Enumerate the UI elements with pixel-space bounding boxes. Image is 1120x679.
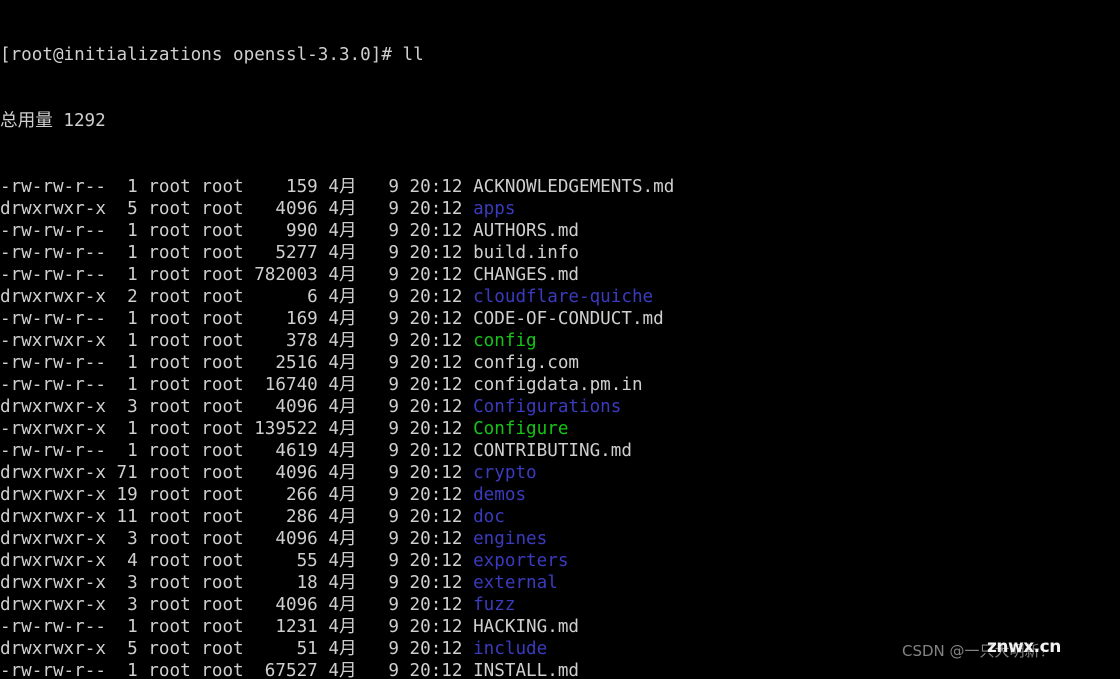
table-row[interactable]: drwxrwxr-x 71 root root 4096 4月 9 20:12 … <box>0 462 1120 484</box>
file-row-metadata: -rw-rw-r-- 1 root root 1231 4月 9 20:12 <box>0 617 474 637</box>
file-row-metadata: -rw-rw-r-- 1 root root 5277 4月 9 20:12 <box>0 243 474 263</box>
table-row[interactable]: drwxrwxr-x 2 root root 6 4月 9 20:12 clou… <box>0 286 1120 308</box>
table-row[interactable]: -rw-rw-r-- 1 root root 4619 4月 9 20:12 C… <box>0 440 1120 462</box>
total-size-line: 总用量 1292 <box>0 111 106 131</box>
table-row[interactable]: drwxrwxr-x 3 root root 4096 4月 9 20:12 f… <box>0 594 1120 616</box>
table-row[interactable]: -rw-rw-r-- 1 root root 67527 4月 9 20:12 … <box>0 660 1120 679</box>
table-row[interactable]: drwxrwxr-x 5 root root 4096 4月 9 20:12 a… <box>0 198 1120 220</box>
directory-name[interactable]: demos <box>473 485 526 505</box>
file-name[interactable]: CODE-OF-CONDUCT.md <box>473 309 664 329</box>
table-row[interactable]: drwxrwxr-x 3 root root 4096 4月 9 20:12 C… <box>0 396 1120 418</box>
file-row-metadata: -rw-rw-r-- 1 root root 169 4月 9 20:12 <box>0 309 474 329</box>
table-row[interactable]: -rwxrwxr-x 1 root root 378 4月 9 20:12 co… <box>0 330 1120 352</box>
file-row-metadata: drwxrwxr-x 5 root root 51 4月 9 20:12 <box>0 639 474 659</box>
directory-name[interactable]: apps <box>473 199 515 219</box>
table-row[interactable]: -rw-rw-r-- 1 root root 159 4月 9 20:12 AC… <box>0 176 1120 198</box>
table-row[interactable]: drwxrwxr-x 11 root root 286 4月 9 20:12 d… <box>0 506 1120 528</box>
table-row[interactable]: drwxrwxr-x 19 root root 266 4月 9 20:12 d… <box>0 484 1120 506</box>
executable-name[interactable]: Configure <box>473 419 568 439</box>
file-name[interactable]: HACKING.md <box>473 617 579 637</box>
file-name[interactable]: build.info <box>473 243 579 263</box>
table-row[interactable]: -rw-rw-r-- 1 root root 16740 4月 9 20:12 … <box>0 374 1120 396</box>
directory-name[interactable]: cloudflare-quiche <box>473 287 653 307</box>
file-row-metadata: drwxrwxr-x 11 root root 286 4月 9 20:12 <box>0 507 474 527</box>
file-row-metadata: drwxrwxr-x 3 root root 4096 4月 9 20:12 <box>0 397 474 417</box>
executable-name[interactable]: config <box>473 331 537 351</box>
file-row-metadata: drwxrwxr-x 3 root root 4096 4月 9 20:12 <box>0 529 474 549</box>
file-listing: -rw-rw-r-- 1 root root 159 4月 9 20:12 AC… <box>0 176 1120 679</box>
file-name[interactable]: CONTRIBUTING.md <box>473 441 632 461</box>
file-name[interactable]: AUTHORS.md <box>473 221 579 241</box>
table-row[interactable]: -rw-rw-r-- 1 root root 5277 4月 9 20:12 b… <box>0 242 1120 264</box>
file-name[interactable]: config.com <box>473 353 579 373</box>
file-row-metadata: drwxrwxr-x 3 root root 18 4月 9 20:12 <box>0 573 474 593</box>
shell-prompt-line: [root@initializations openssl-3.3.0]# ll <box>0 45 424 65</box>
file-name[interactable]: ACKNOWLEDGEMENTS.md <box>473 177 674 197</box>
directory-name[interactable]: fuzz <box>473 595 515 615</box>
terminal-window[interactable]: [root@initializations openssl-3.3.0]# ll… <box>0 0 1120 679</box>
table-row[interactable]: -rw-rw-r-- 1 root root 990 4月 9 20:12 AU… <box>0 220 1120 242</box>
directory-name[interactable]: engines <box>473 529 547 549</box>
file-row-metadata: -rw-rw-r-- 1 root root 16740 4月 9 20:12 <box>0 375 474 395</box>
file-row-metadata: -rw-rw-r-- 1 root root 159 4月 9 20:12 <box>0 177 474 197</box>
directory-name[interactable]: include <box>473 639 547 659</box>
table-row[interactable]: drwxrwxr-x 5 root root 51 4月 9 20:12 inc… <box>0 638 1120 660</box>
file-row-metadata: -rw-rw-r-- 1 root root 67527 4月 9 20:12 <box>0 661 474 679</box>
file-row-metadata: drwxrwxr-x 4 root root 55 4月 9 20:12 <box>0 551 474 571</box>
file-row-metadata: -rw-rw-r-- 1 root root 782003 4月 9 20:12 <box>0 265 474 285</box>
directory-name[interactable]: doc <box>473 507 505 527</box>
file-row-metadata: -rw-rw-r-- 1 root root 2516 4月 9 20:12 <box>0 353 474 373</box>
file-row-metadata: -rw-rw-r-- 1 root root 990 4月 9 20:12 <box>0 221 474 241</box>
table-row[interactable]: -rw-rw-r-- 1 root root 169 4月 9 20:12 CO… <box>0 308 1120 330</box>
directory-name[interactable]: external <box>473 573 558 593</box>
table-row[interactable]: -rwxrwxr-x 1 root root 139522 4月 9 20:12… <box>0 418 1120 440</box>
table-row[interactable]: -rw-rw-r-- 1 root root 2516 4月 9 20:12 c… <box>0 352 1120 374</box>
terminal-screen: [root@initializations openssl-3.3.0]# ll… <box>0 0 1120 679</box>
directory-name[interactable]: crypto <box>473 463 537 483</box>
table-row[interactable]: -rw-rw-r-- 1 root root 1231 4月 9 20:12 H… <box>0 616 1120 638</box>
file-row-metadata: drwxrwxr-x 3 root root 4096 4月 9 20:12 <box>0 595 474 615</box>
file-row-metadata: drwxrwxr-x 5 root root 4096 4月 9 20:12 <box>0 199 474 219</box>
file-row-metadata: -rwxrwxr-x 1 root root 139522 4月 9 20:12 <box>0 419 474 439</box>
file-row-metadata: drwxrwxr-x 2 root root 6 4月 9 20:12 <box>0 287 474 307</box>
table-row[interactable]: drwxrwxr-x 3 root root 18 4月 9 20:12 ext… <box>0 572 1120 594</box>
table-row[interactable]: drwxrwxr-x 3 root root 4096 4月 9 20:12 e… <box>0 528 1120 550</box>
file-name[interactable]: configdata.pm.in <box>473 375 642 395</box>
file-row-metadata: -rwxrwxr-x 1 root root 378 4月 9 20:12 <box>0 331 474 351</box>
file-row-metadata: drwxrwxr-x 19 root root 266 4月 9 20:12 <box>0 485 474 505</box>
table-row[interactable]: drwxrwxr-x 4 root root 55 4月 9 20:12 exp… <box>0 550 1120 572</box>
table-row[interactable]: -rw-rw-r-- 1 root root 782003 4月 9 20:12… <box>0 264 1120 286</box>
file-name[interactable]: INSTALL.md <box>473 661 579 679</box>
directory-name[interactable]: exporters <box>473 551 568 571</box>
file-row-metadata: drwxrwxr-x 71 root root 4096 4月 9 20:12 <box>0 463 474 483</box>
file-row-metadata: -rw-rw-r-- 1 root root 4619 4月 9 20:12 <box>0 441 474 461</box>
directory-name[interactable]: Configurations <box>473 397 621 417</box>
file-name[interactable]: CHANGES.md <box>473 265 579 285</box>
